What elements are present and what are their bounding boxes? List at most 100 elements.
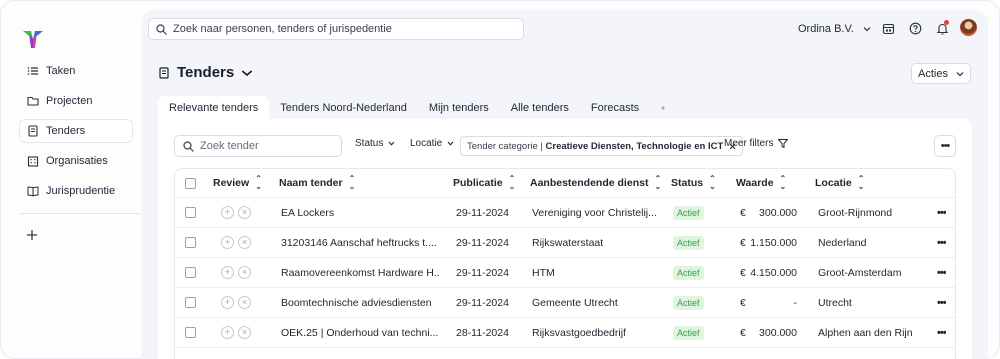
app-logo — [23, 31, 43, 48]
locatie-filter-button[interactable]: Locatie — [410, 138, 454, 149]
select-all-cell — [185, 169, 196, 197]
table-row[interactable]: + × OEK.25 | Onderhoud van techni... 28-1… — [175, 318, 955, 348]
table-row[interactable]: + × EA Lockers 29-11-2024 Vereniging voor… — [175, 198, 955, 228]
sidebar-item-organisaties[interactable]: Organisaties — [19, 149, 133, 173]
value-amount: 300.000 — [759, 326, 797, 339]
tab-alle-tenders[interactable]: Alle tenders — [500, 96, 580, 120]
ellipsis-icon: ••• — [937, 266, 946, 279]
row-checkbox[interactable] — [185, 267, 196, 278]
row-menu-button[interactable]: ••• — [937, 288, 946, 317]
column-header-naam[interactable]: Naam tender ⌃ ⌄ — [279, 169, 355, 197]
row-menu-button[interactable]: ••• — [937, 198, 946, 227]
status-cell: Actief — [673, 198, 704, 227]
currency-symbol: € — [740, 326, 746, 339]
global-search-input[interactable]: Zoek naar personen, tenders of jurispede… — [148, 18, 524, 40]
tab-mijn-tenders[interactable]: Mijn tenders — [418, 96, 500, 120]
agency-name: Gemeente Utrecht — [532, 296, 618, 309]
calendar-icon[interactable] — [882, 22, 895, 35]
add-icon[interactable] — [26, 229, 38, 241]
column-header-status[interactable]: Status ⌃ ⌄ — [671, 169, 716, 197]
row-checkbox[interactable] — [185, 297, 196, 308]
row-checkbox[interactable] — [185, 207, 196, 218]
row-menu-button[interactable]: ••• — [937, 318, 946, 347]
tab-forecasts[interactable]: Forecasts — [580, 96, 650, 120]
currency-symbol: € — [740, 206, 746, 219]
document-icon — [28, 125, 38, 137]
approve-icon[interactable]: + — [221, 266, 234, 279]
category-filter-chip[interactable]: Tender categorie | Creatieve Diensten, T… — [460, 136, 744, 156]
column-header-review[interactable]: Review ⌃ ⌄ — [213, 169, 262, 197]
tab-tenders-noord-nederland[interactable]: Tenders Noord-Nederland — [269, 96, 418, 120]
sidebar-item-tenders[interactable]: Tenders — [19, 119, 133, 143]
column-header-waarde[interactable]: Waarde ⌃ ⌄ — [736, 169, 786, 197]
chip-text: Tender categorie | Creatieve Diensten, T… — [467, 141, 723, 152]
status-badge: Actief — [673, 205, 704, 220]
avatar[interactable] — [960, 19, 977, 36]
sidebar-item-jurisprudentie[interactable]: Jurisprudentie — [19, 179, 133, 203]
review-cell: + × — [221, 198, 251, 227]
ellipsis-icon: ••• — [940, 140, 951, 152]
column-header-publicatie[interactable]: Publicatie ⌃ ⌄ — [453, 169, 515, 197]
sort-icon: ⌃ ⌄ — [779, 174, 787, 191]
column-label: Naam tender — [279, 177, 343, 189]
ellipsis-icon: ••• — [937, 236, 946, 249]
help-icon[interactable] — [909, 22, 922, 35]
sort-icon: ⌃ ⌄ — [348, 174, 356, 191]
reject-icon[interactable]: × — [238, 326, 251, 339]
more-options-button[interactable]: ••• — [934, 135, 956, 157]
column-header-dienst[interactable]: Aanbestendende dienst ⌃ ⌄ — [530, 169, 661, 197]
ellipsis-icon: ••• — [937, 326, 946, 339]
page-title[interactable]: Tenders — [158, 64, 253, 81]
approve-icon[interactable]: + — [221, 296, 234, 309]
reject-icon[interactable]: × — [238, 296, 251, 309]
approve-icon[interactable]: + — [221, 326, 234, 339]
sort-icon: ⌃ ⌄ — [857, 174, 865, 191]
table-row[interactable]: + × Boomtechnische adviesdiensten 29-11-2… — [175, 288, 955, 318]
tender-name[interactable]: Boomtechnische adviesdiensten — [281, 288, 439, 317]
more-filters-button[interactable]: Meer filters — [724, 138, 789, 149]
tender-name[interactable]: OEK.25 | Onderhoud van techni... — [281, 318, 439, 347]
sort-icon: ⌃ ⌄ — [709, 174, 716, 191]
value-amount: 4.150.000 — [750, 266, 797, 279]
sidebar: Taken Projecten Tenders Organisaties Jur… — [8, 14, 142, 359]
reject-icon[interactable]: × — [238, 236, 251, 249]
status-filter-button[interactable]: Status — [355, 138, 395, 149]
add-tab-button[interactable] — [650, 96, 676, 120]
status-badge: Actief — [673, 295, 704, 310]
value-cell: €1.150.000 — [740, 228, 797, 257]
column-label: Review — [213, 177, 250, 189]
actions-button[interactable]: Acties — [911, 63, 971, 84]
column-label: Waarde — [736, 177, 774, 189]
row-menu-button[interactable]: ••• — [937, 258, 946, 287]
list-icon — [27, 67, 38, 75]
tender-name[interactable]: EA Lockers — [281, 198, 439, 227]
approve-icon[interactable]: + — [221, 236, 234, 249]
tender-search-input[interactable]: Zoek tender — [174, 135, 342, 157]
tender-name[interactable]: 31203146 Aanschaf heftrucks t.... — [281, 228, 439, 257]
select-all-checkbox[interactable] — [185, 177, 196, 189]
sidebar-item-projecten[interactable]: Projecten — [19, 89, 133, 113]
review-cell: + × — [221, 228, 251, 257]
approve-icon[interactable]: + — [221, 206, 234, 219]
row-checkbox[interactable] — [185, 327, 196, 338]
table-row[interactable]: + × 31203146 Aanschaf heftrucks t.... 29-… — [175, 228, 955, 258]
reject-icon[interactable]: × — [238, 266, 251, 279]
row-checkbox[interactable] — [185, 237, 196, 248]
reject-icon[interactable]: × — [238, 206, 251, 219]
sidebar-item-label: Taken — [46, 65, 76, 77]
status-cell: Actief — [673, 318, 704, 347]
sidebar-item-taken[interactable]: Taken — [19, 59, 133, 83]
row-select-cell — [185, 258, 196, 287]
sort-icon: ⌃ ⌄ — [255, 174, 262, 191]
page-title-text: Tenders — [177, 64, 235, 81]
row-menu-button[interactable]: ••• — [937, 228, 946, 257]
publication-date: 28-11-2024 — [456, 326, 509, 339]
table-row[interactable]: + × Raamovereenkomst Hardware H... 29-11-… — [175, 258, 955, 288]
organization-switcher[interactable]: Ordina B.V. — [798, 23, 871, 35]
tender-name[interactable]: Raamovereenkomst Hardware H... — [281, 258, 439, 287]
tab-relevante-tenders[interactable]: Relevante tenders — [158, 96, 270, 120]
folder-icon — [27, 96, 39, 106]
publication-date: 29-11-2024 — [456, 206, 509, 219]
column-header-locatie[interactable]: Locatie ⌃ ⌄ — [815, 169, 864, 197]
document-icon — [159, 66, 169, 79]
